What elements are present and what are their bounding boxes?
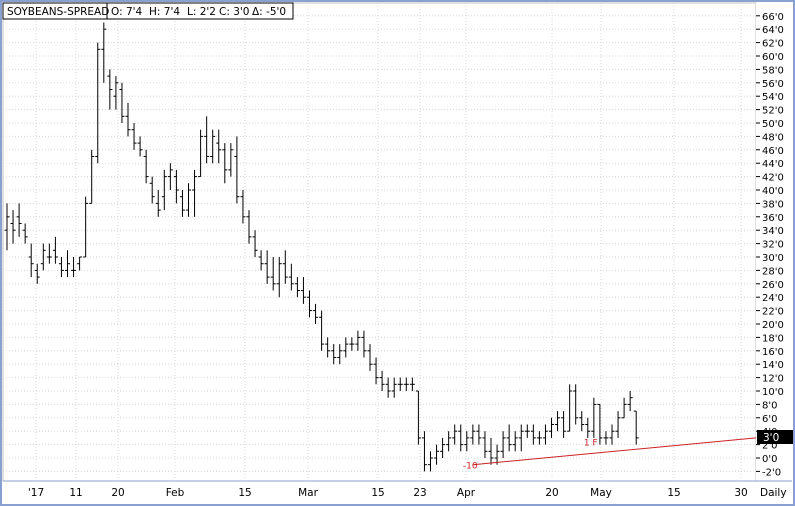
x-tick-label: 15 (667, 487, 680, 499)
y-tick-label: 38'0 (762, 199, 784, 210)
y-tick-label: 0'0 (762, 454, 777, 465)
y-tick-label: 18'0 (762, 333, 784, 344)
x-tick-label: 20 (111, 487, 124, 499)
x-tick-label: Apr (457, 487, 476, 499)
y-tick-label: 52'0 (762, 106, 784, 117)
open-label: O: 7'4 (111, 6, 143, 18)
x-tick-label: 15 (371, 487, 384, 499)
trendline-annotation: -10 (463, 462, 478, 472)
y-tick-label: 8'0 (762, 400, 777, 411)
x-tick-label: 11 (69, 487, 82, 499)
y-tick-label: 32'0 (762, 240, 784, 251)
change-label: Δ: -5'0 (252, 6, 286, 18)
timeframe-label[interactable]: Daily (760, 487, 787, 499)
x-tick-label: 20 (545, 487, 558, 499)
y-tick-label: 36'0 (762, 213, 784, 224)
y-tick-label: -2'0 (762, 467, 781, 478)
last-price-tag: 3'0 (757, 430, 793, 444)
y-tick-label: 14'0 (762, 360, 784, 371)
y-tick-label: 12'0 (762, 374, 784, 385)
quote-header: SOYBEANS-SPREAD O: 7'4 H: 7'4 L: 2'2 C: … (2, 2, 294, 20)
x-tick-label: 15 (238, 487, 251, 499)
y-tick-label: 40'0 (762, 186, 784, 197)
x-tick-label: '17 (28, 487, 44, 499)
y-tick-label: 10'0 (762, 387, 784, 398)
x-tick-label: Mar (298, 487, 318, 499)
y-tick-label: 6'0 (762, 414, 777, 425)
y-tick-label: 16'0 (762, 347, 784, 358)
close-label: C: 3'0 (219, 6, 249, 18)
y-tick-label: 44'0 (762, 159, 784, 170)
y-tick-label: 54'0 (762, 92, 784, 103)
y-tick-label: 58'0 (762, 65, 784, 76)
x-tick-label: 30 (734, 487, 747, 499)
plot-area (2, 2, 757, 482)
trendline-annotation: 1 F (584, 438, 598, 448)
y-tick-label: 42'0 (762, 173, 784, 184)
y-tick-label: 62'0 (762, 39, 784, 50)
y-tick-label: 48'0 (762, 132, 784, 143)
x-tick-label: May (590, 487, 612, 499)
y-tick-label: 30'0 (762, 253, 784, 264)
y-tick-label: 28'0 (762, 266, 784, 277)
y-tick-label: 66'0 (762, 12, 784, 23)
x-tick-label: 23 (413, 487, 426, 499)
high-label: H: 7'4 (149, 6, 180, 18)
y-tick-label: 24'0 (762, 293, 784, 304)
y-tick-label: 64'0 (762, 25, 784, 36)
y-tick-label: 60'0 (762, 52, 784, 63)
low-label: L: 2'2 (187, 6, 216, 18)
y-tick-label: 56'0 (762, 79, 784, 90)
price-chart: 0'0-2'02'04'06'08'010'012'014'016'018'02… (0, 0, 795, 506)
symbol-label: SOYBEANS-SPREAD (7, 6, 109, 18)
last-price-tag-text: 3'0 (763, 432, 779, 444)
y-tick-label: 46'0 (762, 146, 784, 157)
y-tick-label: 26'0 (762, 280, 784, 291)
y-tick-label: 22'0 (762, 307, 784, 318)
y-tick-label: 34'0 (762, 226, 784, 237)
y-tick-label: 20'0 (762, 320, 784, 331)
y-tick-label: 50'0 (762, 119, 784, 130)
x-tick-label: Feb (166, 487, 185, 499)
